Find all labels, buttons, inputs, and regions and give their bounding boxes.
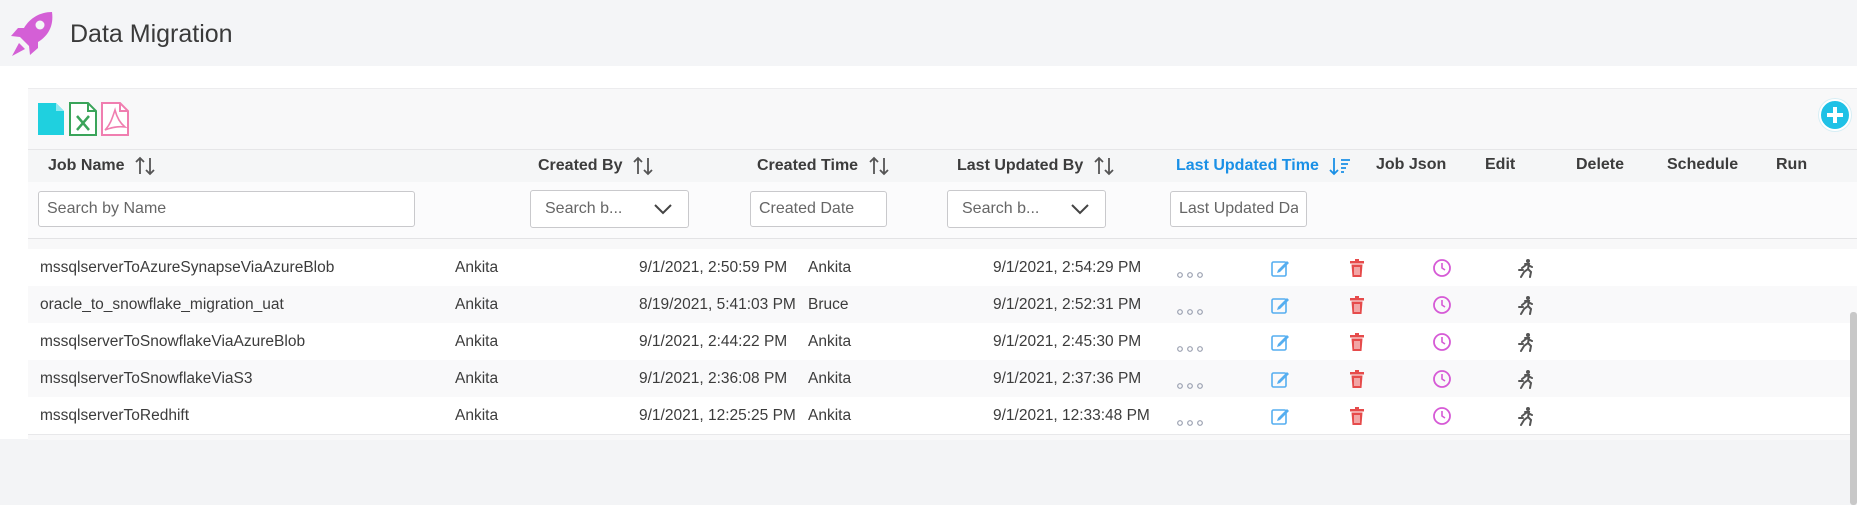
created-time-cell: 9/1/2021, 2:50:59 PM [639, 259, 788, 276]
last-updated-by-select[interactable]: Search b... [947, 190, 1106, 228]
created-by-select[interactable]: Search b... [530, 190, 689, 228]
created-by-cell: Ankita [455, 296, 499, 313]
created-date-input[interactable] [750, 191, 887, 227]
job-name-cell: mssqlserverToRedhift [40, 407, 190, 424]
job-name-cell: mssqlserverToSnowflakeViaS3 [40, 370, 253, 387]
rocket-icon [11, 12, 53, 56]
created-time-cell: 9/1/2021, 12:25:25 PM [639, 407, 796, 424]
more-dots-icon[interactable] [1177, 265, 1203, 278]
run-icon[interactable] [1516, 369, 1536, 389]
clock-icon[interactable] [1432, 295, 1452, 315]
created-time-cell: 8/19/2021, 5:41:03 PM [639, 296, 796, 313]
trash-icon[interactable] [1347, 369, 1367, 389]
table-row[interactable]: mssqlserverToSnowflakeViaAzureBlob Ankita… [28, 323, 1857, 361]
col-last-updated-by-label: Last Updated By [957, 157, 1084, 174]
run-icon[interactable] [1516, 332, 1536, 352]
more-dots-icon[interactable] [1177, 413, 1203, 426]
created-time-cell: 9/1/2021, 2:36:08 PM [639, 370, 788, 387]
more-dots-icon[interactable] [1177, 376, 1203, 389]
edit-icon[interactable] [1270, 406, 1290, 426]
page-title: Data Migration [70, 20, 233, 48]
header-bar: Data Migration [0, 0, 1857, 66]
sort-icon[interactable] [632, 155, 654, 177]
trash-icon[interactable] [1347, 406, 1367, 426]
main-content: Job Name Created By Created Time Last Up… [0, 66, 1857, 505]
col-run: Run [1776, 156, 1808, 173]
run-icon[interactable] [1516, 295, 1536, 315]
col-last-updated-time-label: Last Updated Time [1176, 157, 1319, 174]
edit-icon[interactable] [1270, 258, 1290, 278]
col-created-time[interactable]: Created Time [757, 150, 890, 182]
table-row[interactable]: mssqlserverToRedhift Ankita 9/1/2021, 12:2… [28, 397, 1857, 435]
last-updated-time-cell: 9/1/2021, 2:37:36 PM [993, 370, 1142, 387]
clock-icon[interactable] [1432, 332, 1452, 352]
trash-icon[interactable] [1347, 258, 1367, 278]
table-header: Job Name Created By Created Time Last Up… [28, 149, 1857, 183]
pdf-icon[interactable] [100, 101, 130, 137]
last-updated-by-select-value: Search b... [962, 200, 1040, 217]
edit-icon[interactable] [1270, 369, 1290, 389]
job-name-cell: oracle_to_snowflake_migration_uat [40, 296, 284, 313]
excel-icon[interactable] [68, 101, 98, 137]
more-dots-icon[interactable] [1177, 339, 1203, 352]
job-name-cell: mssqlserverToAzureSynapseViaAzureBlob [40, 259, 335, 276]
table-row[interactable]: mssqlserverToAzureSynapseViaAzureBlob Ank… [28, 249, 1857, 287]
col-last-updated-by[interactable]: Last Updated By [957, 150, 1115, 182]
chevron-down-icon [1071, 204, 1089, 215]
col-created-by[interactable]: Created By [538, 150, 654, 182]
add-job-button[interactable] [1819, 99, 1851, 131]
run-icon[interactable] [1516, 258, 1536, 278]
sort-icon[interactable] [134, 155, 156, 177]
sort-desc-icon[interactable] [1329, 155, 1351, 177]
col-created-by-label: Created By [538, 157, 623, 174]
col-delete: Delete [1576, 156, 1625, 173]
col-job-name[interactable]: Job Name [48, 150, 156, 182]
clock-icon[interactable] [1432, 406, 1452, 426]
last-updated-by-cell: Ankita [808, 370, 852, 387]
sort-icon[interactable] [1093, 155, 1115, 177]
last-updated-time-cell: 9/1/2021, 2:52:31 PM [993, 296, 1142, 313]
created-by-cell: Ankita [455, 259, 499, 276]
clock-icon[interactable] [1432, 369, 1452, 389]
filter-row: Search b... Search b... [28, 182, 1857, 239]
chevron-down-icon [654, 204, 672, 215]
last-updated-time-cell: 9/1/2021, 12:33:48 PM [993, 407, 1150, 424]
trash-icon[interactable] [1347, 332, 1367, 352]
trash-icon[interactable] [1347, 295, 1367, 315]
run-icon[interactable] [1516, 406, 1536, 426]
col-last-updated-time[interactable]: Last Updated Time [1176, 150, 1351, 182]
col-job-name-label: Job Name [48, 157, 125, 174]
edit-icon[interactable] [1270, 332, 1290, 352]
col-job-json: Job Json [1376, 156, 1447, 173]
more-dots-icon[interactable] [1177, 302, 1203, 315]
last-updated-by-cell: Ankita [808, 333, 852, 350]
clock-icon[interactable] [1432, 258, 1452, 278]
last-updated-by-cell: Ankita [808, 407, 852, 424]
created-by-cell: Ankita [455, 370, 499, 387]
last-updated-by-cell: Ankita [808, 259, 852, 276]
created-by-cell: Ankita [455, 407, 499, 424]
file-icon[interactable] [36, 101, 66, 137]
table-row[interactable]: mssqlserverToSnowflakeViaS3 Ankita 9/1/202… [28, 360, 1857, 398]
created-by-select-value: Search b... [545, 200, 623, 217]
sort-icon[interactable] [868, 155, 890, 177]
search-name-input[interactable] [38, 191, 415, 227]
created-by-cell: Ankita [455, 333, 499, 350]
last-updated-time-cell: 9/1/2021, 2:54:29 PM [993, 259, 1142, 276]
table-row[interactable]: oracle_to_snowflake_migration_uat Ankita 8… [28, 286, 1857, 324]
edit-icon[interactable] [1270, 295, 1290, 315]
col-edit: Edit [1485, 156, 1516, 173]
last-updated-by-cell: Bruce [808, 296, 849, 313]
created-time-cell: 9/1/2021, 2:44:22 PM [639, 333, 788, 350]
vertical-scrollbar[interactable] [1850, 312, 1857, 505]
last-updated-date-input[interactable] [1170, 191, 1307, 227]
col-schedule: Schedule [1667, 156, 1739, 173]
col-created-time-label: Created Time [757, 157, 859, 174]
last-updated-time-cell: 9/1/2021, 2:45:30 PM [993, 333, 1142, 350]
jobs-table-card: Job Name Created By Created Time Last Up… [28, 88, 1857, 440]
job-name-cell: mssqlserverToSnowflakeViaAzureBlob [40, 333, 306, 350]
